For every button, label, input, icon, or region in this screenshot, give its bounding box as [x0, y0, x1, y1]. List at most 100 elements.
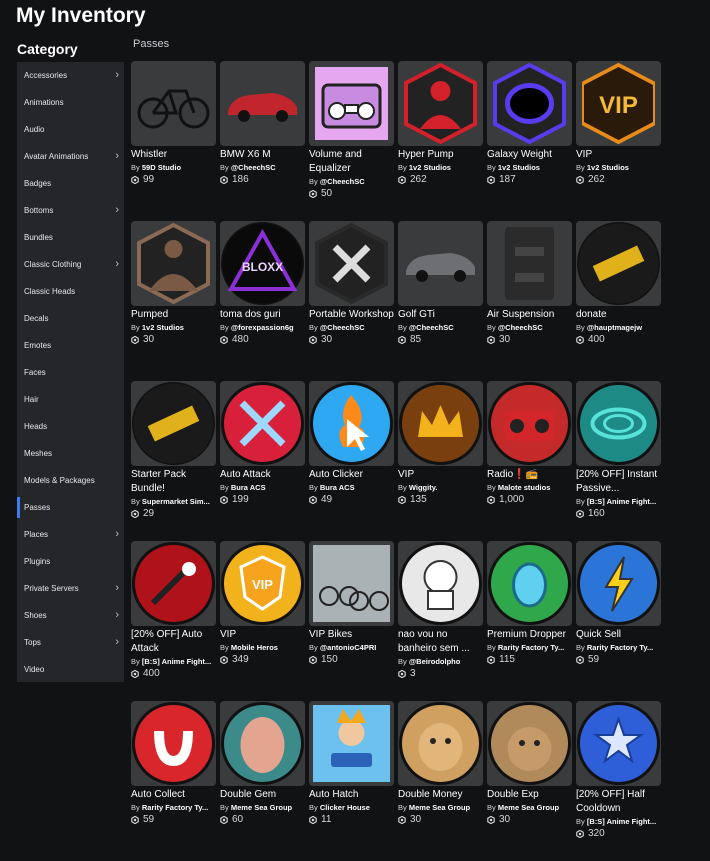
sidebar-item-places[interactable]: Places › — [17, 521, 124, 548]
sidebar-item-video[interactable]: Video — [17, 656, 124, 683]
creator-name[interactable]: [B:S] Anime Fight... — [587, 497, 656, 506]
item-thumbnail[interactable] — [576, 221, 661, 306]
item-name[interactable]: Premium Dropper — [487, 628, 572, 642]
item-card[interactable]: Portable Workshop By @CheechSC 30 — [309, 221, 394, 381]
item-thumbnail[interactable] — [309, 541, 394, 626]
sidebar-item-plugins[interactable]: Plugins — [17, 548, 124, 575]
item-name[interactable]: Double Money — [398, 788, 483, 802]
item-card[interactable]: BLOXX toma dos guri By @forexpassion6g 4… — [220, 221, 305, 381]
sidebar-item-passes[interactable]: Passes — [17, 494, 124, 521]
sidebar-item-decals[interactable]: Decals — [17, 305, 124, 332]
item-name[interactable]: VIP Bikes — [309, 628, 394, 642]
item-thumbnail[interactable] — [131, 381, 216, 466]
sidebar-item-faces[interactable]: Faces — [17, 359, 124, 386]
sidebar-item-heads[interactable]: Heads — [17, 413, 124, 440]
item-thumbnail[interactable] — [131, 701, 216, 786]
item-name[interactable]: Starter Pack Bundle! — [131, 468, 216, 496]
item-thumbnail[interactable] — [220, 61, 305, 146]
creator-name[interactable]: 59D Studio — [142, 163, 181, 172]
item-name[interactable]: Portable Workshop — [309, 308, 394, 322]
item-thumbnail[interactable]: VIP — [576, 61, 661, 146]
item-card[interactable]: Starter Pack Bundle! By Supermarket Sim.… — [131, 381, 216, 541]
item-card[interactable]: Premium Dropper By Rarity Factory Ty... … — [487, 541, 572, 701]
item-name[interactable]: [20% OFF] Auto Attack — [131, 628, 216, 656]
item-name[interactable]: Golf GTi — [398, 308, 483, 322]
item-card[interactable]: nao vou no banheiro sem ... By @Beirodol… — [398, 541, 483, 701]
item-thumbnail[interactable] — [398, 221, 483, 306]
item-name[interactable]: Pumped — [131, 308, 216, 322]
creator-name[interactable]: Meme Sea Group — [498, 803, 559, 812]
item-thumbnail[interactable] — [576, 541, 661, 626]
item-thumbnail[interactable] — [576, 381, 661, 466]
sidebar-item-models-packages[interactable]: Models & Packages — [17, 467, 124, 494]
item-thumbnail[interactable]: BLOXX — [220, 221, 305, 306]
sidebar-item-private-servers[interactable]: Private Servers › — [17, 575, 124, 602]
item-card[interactable]: Pumped By 1v2 Studios 30 — [131, 221, 216, 381]
creator-name[interactable]: Rarity Factory Ty... — [587, 643, 653, 652]
sidebar-item-emotes[interactable]: Emotes — [17, 332, 124, 359]
item-name[interactable]: Quick Sell — [576, 628, 661, 642]
item-card[interactable]: [20% OFF] Auto Attack By [B:S] Anime Fig… — [131, 541, 216, 701]
creator-name[interactable]: @Beirodolpho — [409, 657, 460, 666]
item-card[interactable]: Volume and Equalizer By @CheechSC 50 — [309, 61, 394, 221]
item-card[interactable]: Radio❗📻 By Malote studios 1,000 — [487, 381, 572, 541]
sidebar-item-classic-clothing[interactable]: Classic Clothing › — [17, 251, 124, 278]
creator-name[interactable]: Meme Sea Group — [231, 803, 292, 812]
creator-name[interactable]: Mobile Heros — [231, 643, 278, 652]
creator-name[interactable]: @CheechSC — [231, 163, 276, 172]
item-name[interactable]: [20% OFF] Instant Passive... — [576, 468, 661, 496]
sidebar-item-classic-heads[interactable]: Classic Heads — [17, 278, 124, 305]
item-name[interactable]: VIP — [220, 628, 305, 642]
item-card[interactable]: Auto Clicker By Bura ACS 49 — [309, 381, 394, 541]
item-thumbnail[interactable] — [487, 61, 572, 146]
item-thumbnail[interactable] — [131, 61, 216, 146]
item-name[interactable]: nao vou no banheiro sem ... — [398, 628, 483, 656]
item-name[interactable]: Hyper Pump — [398, 148, 483, 162]
creator-name[interactable]: 1v2 Studios — [498, 163, 540, 172]
sidebar-item-audio[interactable]: Audio — [17, 116, 124, 143]
creator-name[interactable]: @antonioC4PRI — [320, 643, 376, 652]
sidebar-item-shoes[interactable]: Shoes › — [17, 602, 124, 629]
item-name[interactable]: toma dos guri — [220, 308, 305, 322]
item-name[interactable]: Auto Hatch — [309, 788, 394, 802]
creator-name[interactable]: Malote studios — [498, 483, 551, 492]
item-name[interactable]: Volume and Equalizer — [309, 148, 394, 176]
item-card[interactable]: Auto Attack By Bura ACS 199 — [220, 381, 305, 541]
sidebar-item-badges[interactable]: Badges — [17, 170, 124, 197]
creator-name[interactable]: Bura ACS — [231, 483, 266, 492]
item-name[interactable]: [20% OFF] Half Cooldown — [576, 788, 661, 816]
creator-name[interactable]: 1v2 Studios — [587, 163, 629, 172]
item-thumbnail[interactable] — [487, 541, 572, 626]
creator-name[interactable]: Supermarket Sim... — [142, 497, 210, 506]
item-card[interactable]: [20% OFF] Half Cooldown By [B:S] Anime F… — [576, 701, 661, 861]
item-card[interactable]: Double Exp By Meme Sea Group 30 — [487, 701, 572, 861]
creator-name[interactable]: Rarity Factory Ty... — [498, 643, 564, 652]
item-name[interactable]: Auto Collect — [131, 788, 216, 802]
creator-name[interactable]: Wiggity. — [409, 483, 438, 492]
sidebar-item-hair[interactable]: Hair — [17, 386, 124, 413]
item-name[interactable]: BMW X6 M — [220, 148, 305, 162]
item-thumbnail[interactable] — [131, 221, 216, 306]
item-thumbnail[interactable] — [309, 61, 394, 146]
item-thumbnail[interactable] — [487, 381, 572, 466]
item-name[interactable]: donate — [576, 308, 661, 322]
creator-name[interactable]: Rarity Factory Ty... — [142, 803, 208, 812]
sidebar-item-meshes[interactable]: Meshes — [17, 440, 124, 467]
sidebar-item-avatar-animations[interactable]: Avatar Animations › — [17, 143, 124, 170]
creator-name[interactable]: @CheechSC — [409, 323, 454, 332]
creator-name[interactable]: Bura ACS — [320, 483, 355, 492]
item-thumbnail[interactable] — [576, 701, 661, 786]
item-thumbnail[interactable] — [309, 701, 394, 786]
item-name[interactable]: Auto Attack — [220, 468, 305, 482]
item-card[interactable]: Hyper Pump By 1v2 Studios 262 — [398, 61, 483, 221]
item-card[interactable]: VIP VIP By Mobile Heros 349 — [220, 541, 305, 701]
item-thumbnail[interactable] — [220, 381, 305, 466]
item-card[interactable]: Double Money By Meme Sea Group 30 — [398, 701, 483, 861]
creator-name[interactable]: [B:S] Anime Fight... — [142, 657, 211, 666]
item-card[interactable]: Auto Collect By Rarity Factory Ty... 59 — [131, 701, 216, 861]
item-thumbnail[interactable] — [487, 701, 572, 786]
item-name[interactable]: Radio❗📻 — [487, 468, 572, 482]
creator-name[interactable]: @CheechSC — [320, 323, 365, 332]
item-card[interactable]: BMW X6 M By @CheechSC 186 — [220, 61, 305, 221]
item-card[interactable]: Air Suspension By @CheechSC 30 — [487, 221, 572, 381]
